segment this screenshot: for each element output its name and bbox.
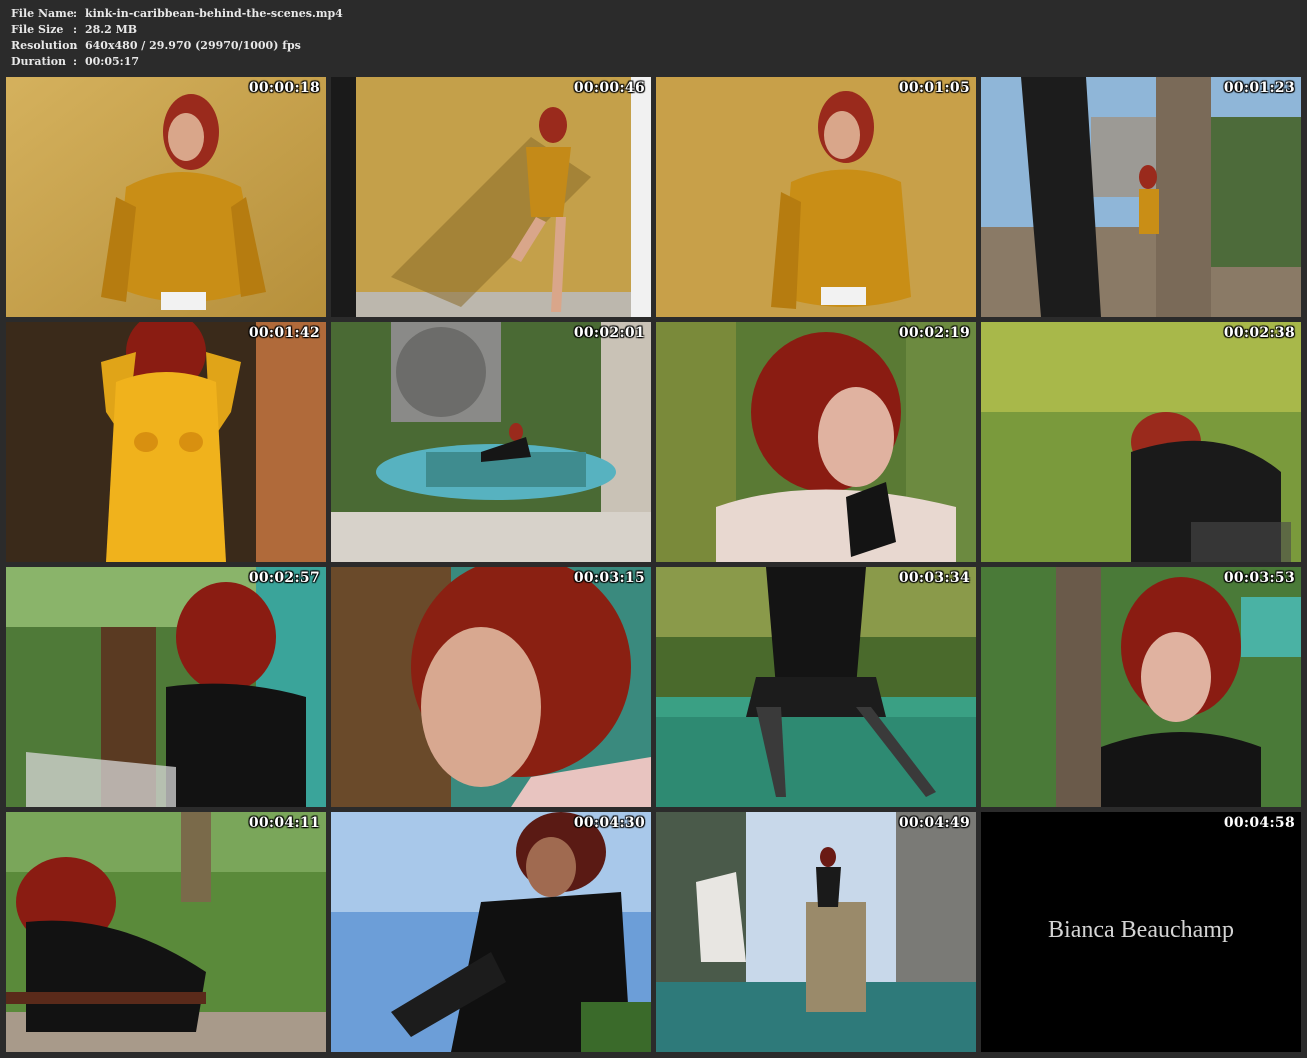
file-size-label: File Size	[11, 23, 64, 36]
thumbnail: 00:02:38	[981, 322, 1301, 562]
timestamp-label: 00:01:05	[898, 80, 970, 96]
video-frame-image	[331, 77, 651, 317]
timestamp-label: 00:03:53	[1223, 570, 1295, 586]
video-frame-image	[656, 812, 976, 1052]
file-name-row: File Name : kink-in-caribbean-behind-the…	[11, 6, 343, 22]
timestamp-label: 00:00:46	[573, 80, 645, 96]
video-frame-image	[6, 567, 326, 807]
thumbnail-grid: 00:00:18 00:00:46 00:01:05 00:01:23 00:0…	[6, 77, 1302, 1052]
resolution-row: Resolution : 640x480 / 29.970 (29970/100…	[11, 38, 343, 54]
timestamp-label: 00:01:42	[248, 325, 320, 341]
timestamp-label: 00:04:49	[898, 815, 970, 831]
timestamp-label: 00:03:15	[573, 570, 645, 586]
end-title-card: Bianca Beauchamp	[1048, 917, 1234, 943]
timestamp-label: 00:04:58	[1223, 815, 1295, 831]
timestamp-label: 00:04:30	[573, 815, 645, 831]
thumbnail: 00:04:11	[6, 812, 326, 1052]
timestamp-label: 00:02:57	[248, 570, 320, 586]
video-frame-image	[6, 77, 326, 317]
video-frame-image	[6, 322, 326, 562]
file-size-row: File Size : 28.2 MB	[11, 22, 343, 38]
duration-row: Duration : 00:05:17	[11, 54, 343, 70]
timestamp-label: 00:01:23	[1223, 80, 1295, 96]
resolution-value: 640x480 / 29.970 (29970/1000) fps	[85, 39, 301, 52]
timestamp-label: 00:02:19	[898, 325, 970, 341]
separator: :	[73, 39, 78, 52]
separator: :	[73, 7, 78, 20]
video-frame-image	[981, 567, 1301, 807]
thumbnail: Bianca Beauchamp 00:04:58	[981, 812, 1301, 1052]
video-frame-image	[331, 812, 651, 1052]
thumbnail: 00:02:57	[6, 567, 326, 807]
video-frame-image	[331, 322, 651, 562]
thumbnail: 00:04:30	[331, 812, 651, 1052]
thumbnail: 00:02:19	[656, 322, 976, 562]
resolution-label: Resolution	[11, 39, 78, 52]
video-frame-image	[6, 812, 326, 1052]
thumbnail: 00:04:49	[656, 812, 976, 1052]
video-frame-image	[656, 322, 976, 562]
thumbnail: 00:01:23	[981, 77, 1301, 317]
timestamp-label: 00:03:34	[898, 570, 970, 586]
separator: :	[73, 23, 78, 36]
video-frame-image	[981, 322, 1301, 562]
file-name-label: File Name	[11, 7, 74, 20]
thumbnail: 00:03:53	[981, 567, 1301, 807]
separator: :	[73, 55, 78, 68]
thumbnail: 00:01:05	[656, 77, 976, 317]
video-frame-image	[981, 77, 1301, 317]
thumbnail: 00:02:01	[331, 322, 651, 562]
video-frame-image	[656, 567, 976, 807]
timestamp-label: 00:02:01	[573, 325, 645, 341]
thumbnail: 00:00:18	[6, 77, 326, 317]
thumbnail: 00:03:15	[331, 567, 651, 807]
thumbnail: 00:03:34	[656, 567, 976, 807]
duration-label: Duration	[11, 55, 67, 68]
thumbnail: 00:01:42	[6, 322, 326, 562]
video-frame-image	[656, 77, 976, 317]
timestamp-label: 00:00:18	[248, 80, 320, 96]
thumbnail: 00:00:46	[331, 77, 651, 317]
file-info-panel: File Name : kink-in-caribbean-behind-the…	[11, 6, 343, 70]
video-frame-image	[331, 567, 651, 807]
timestamp-label: 00:04:11	[248, 815, 320, 831]
timestamp-label: 00:02:38	[1223, 325, 1295, 341]
duration-value: 00:05:17	[85, 55, 140, 68]
file-size-value: 28.2 MB	[85, 23, 138, 36]
file-name-value: kink-in-caribbean-behind-the-scenes.mp4	[85, 7, 343, 20]
